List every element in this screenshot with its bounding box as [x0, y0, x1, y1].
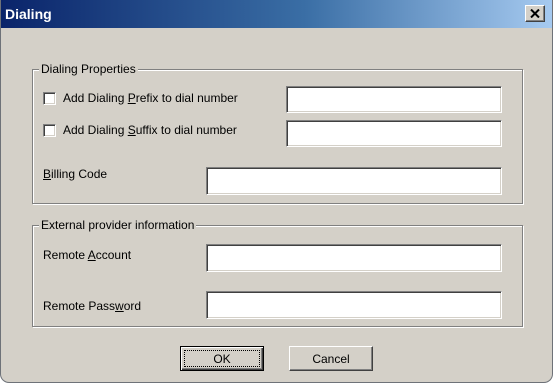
remote-password-label: Remote Password [43, 299, 142, 313]
dialing-properties-group-label: Dialing Properties [39, 62, 138, 77]
close-icon [530, 9, 540, 18]
dialog-body: Dialing Properties Add Dialing Prefix to… [9, 29, 544, 379]
cancel-button[interactable]: Cancel [289, 346, 373, 371]
remote-account-input[interactable] [206, 244, 502, 272]
external-provider-group-label: External provider information [39, 218, 197, 233]
billing-code-label: Billing Code [43, 167, 108, 181]
prefix-input[interactable] [286, 86, 502, 113]
billing-code-input[interactable] [206, 167, 502, 195]
add-suffix-label[interactable]: Add Dialing Suffix to dial number [63, 123, 237, 138]
remote-account-label: Remote Account [43, 248, 132, 262]
cancel-button-label: Cancel [312, 351, 350, 366]
add-suffix-checkbox[interactable] [43, 124, 56, 137]
add-prefix-checkbox[interactable] [43, 92, 56, 105]
add-prefix-label[interactable]: Add Dialing Prefix to dial number [63, 91, 238, 106]
suffix-input[interactable] [286, 120, 502, 147]
close-button[interactable] [525, 5, 545, 22]
title-bar[interactable]: Dialing [1, 0, 552, 28]
remote-password-input[interactable] [206, 291, 502, 319]
window-title: Dialing [5, 6, 52, 22]
dialing-dialog: Dialing Dialing Properties Add Dialing P… [0, 0, 553, 383]
ok-button-label: OK [184, 350, 260, 367]
ok-button[interactable]: OK [180, 346, 264, 371]
